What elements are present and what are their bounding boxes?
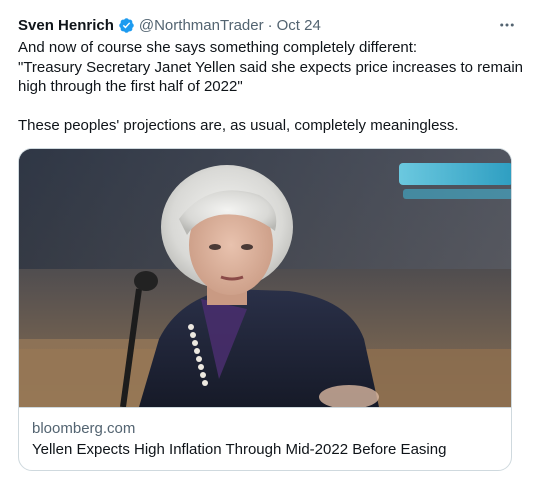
tweet[interactable]: Sven Henrich @NorthmanTrader · Oct 24 An… — [0, 0, 538, 482]
tweet-header: Sven Henrich @NorthmanTrader · Oct 24 — [18, 14, 520, 36]
header-separator: · — [267, 16, 273, 34]
link-preview-card[interactable]: bloomberg.com Yellen Expects High Inflat… — [18, 148, 512, 471]
more-horizontal-icon[interactable] — [494, 14, 520, 36]
author-handle[interactable]: @NorthmanTrader — [139, 17, 264, 34]
tweet-text: And now of course she says something com… — [18, 38, 528, 136]
verified-badge-icon — [118, 17, 135, 34]
tweet-paragraph: These peoples' projections are, as usual… — [18, 117, 459, 134]
author-name[interactable]: Sven Henrich — [18, 17, 114, 34]
tweet-paragraph: And now of course she says something com… — [18, 39, 524, 95]
card-title[interactable]: Yellen Expects High Inflation Through Mi… — [32, 440, 499, 460]
card-domain: bloomberg.com — [32, 420, 136, 437]
tweet-date[interactable]: Oct 24 — [277, 17, 321, 34]
card-image[interactable] — [19, 149, 511, 407]
card-meta: bloomberg.com Yellen Expects High Inflat… — [19, 407, 511, 470]
